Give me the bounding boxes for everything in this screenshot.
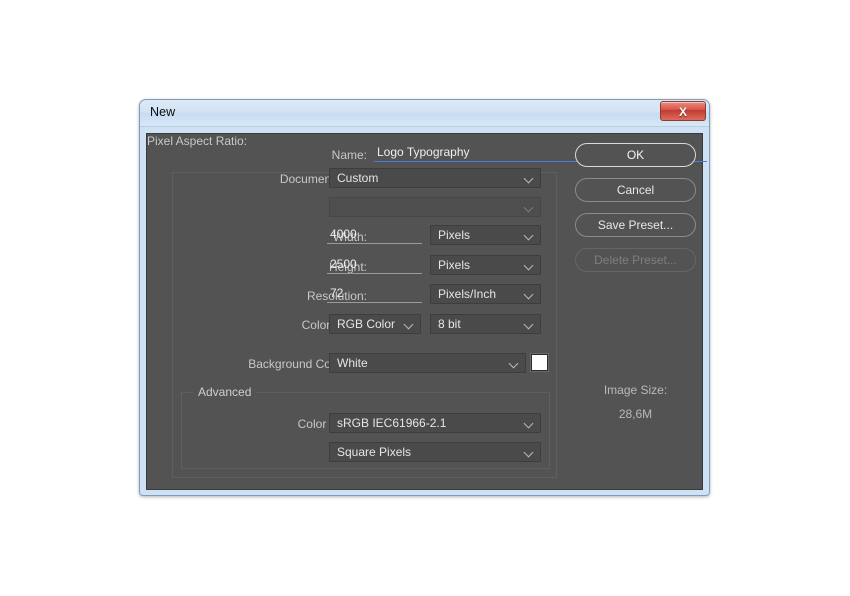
chevron-down-icon [525, 321, 534, 327]
bit-depth-value: 8 bit [438, 317, 461, 331]
ok-button[interactable]: OK [575, 143, 696, 167]
width-unit-value: Pixels [438, 228, 471, 242]
chevron-down-icon [525, 204, 534, 210]
bit-depth-select[interactable]: 8 bit [430, 314, 541, 334]
delete-preset-button: Delete Preset... [575, 248, 696, 272]
image-size-label: Image Size: [603, 383, 668, 397]
cancel-button[interactable]: Cancel [575, 178, 696, 202]
close-icon[interactable]: X [660, 101, 706, 121]
height-unit-value: Pixels [438, 258, 471, 272]
color-mode-value: RGB Color [337, 317, 396, 331]
pixel-aspect-ratio-value: Square Pixels [337, 445, 412, 459]
background-color-swatch[interactable] [531, 354, 548, 371]
name-label: Name: [331, 148, 367, 162]
background-contents-select[interactable]: White [329, 353, 526, 373]
dialog-panel: Name: Document Type: Custom Size: Width:… [146, 133, 707, 490]
titlebar: New X [140, 100, 709, 127]
resolution-unit-select[interactable]: Pixels/Inch [430, 284, 541, 304]
resolution-input[interactable] [327, 285, 422, 303]
chevron-down-icon [525, 420, 534, 426]
close-icon-glyph: X [678, 105, 687, 119]
color-mode-select[interactable]: RGB Color [329, 314, 421, 334]
document-type-select[interactable]: Custom [329, 168, 541, 188]
document-type-value: Custom [337, 171, 379, 185]
height-input[interactable] [327, 256, 422, 274]
window-title: New [150, 105, 176, 119]
color-profile-value: sRGB IEC61966-2.1 [337, 416, 447, 430]
pixel-aspect-ratio-select[interactable]: Square Pixels [329, 442, 541, 462]
width-unit-select[interactable]: Pixels [430, 225, 541, 245]
chevron-down-icon [525, 232, 534, 238]
height-unit-select[interactable]: Pixels [430, 255, 541, 275]
size-select [329, 197, 541, 217]
image-size-value: 28,6M [618, 407, 653, 421]
advanced-legend: Advanced [193, 385, 257, 399]
resolution-unit-value: Pixels/Inch [438, 287, 497, 301]
background-contents-value: White [337, 356, 368, 370]
width-input[interactable] [327, 226, 422, 244]
chevron-down-icon [525, 262, 534, 268]
chevron-down-icon [525, 291, 534, 297]
screen: New X Name: Document Type: Custom Size: [0, 0, 850, 596]
chevron-down-icon [405, 321, 414, 327]
chevron-down-icon [525, 449, 534, 455]
pixel-aspect-ratio-label: Pixel Aspect Ratio: [147, 134, 248, 148]
color-profile-select[interactable]: sRGB IEC61966-2.1 [329, 413, 541, 433]
chevron-down-icon [510, 360, 519, 366]
save-preset-button[interactable]: Save Preset... [575, 213, 696, 237]
chevron-down-icon [525, 175, 534, 181]
new-document-dialog: New X Name: Document Type: Custom Size: [139, 99, 710, 496]
